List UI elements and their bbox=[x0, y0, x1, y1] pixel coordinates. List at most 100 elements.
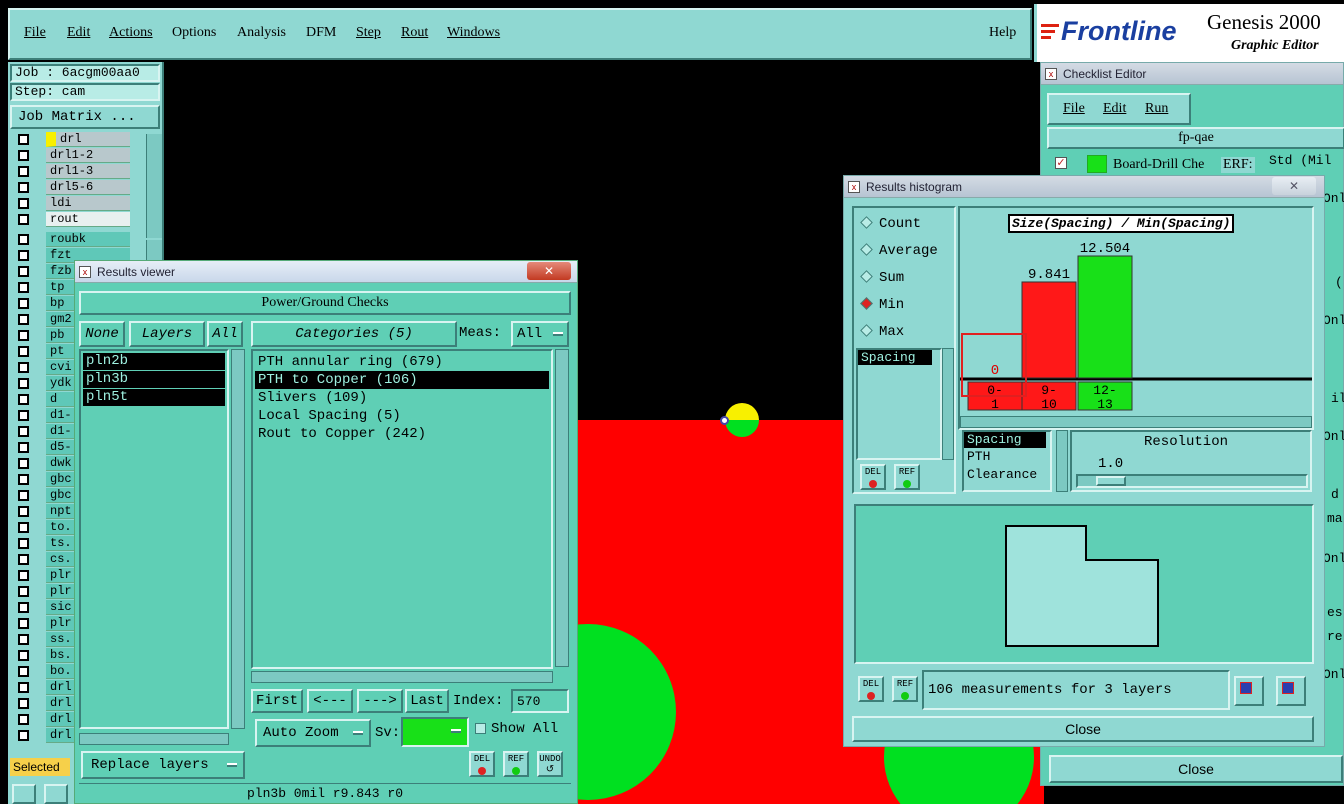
layer-name[interactable]: drl1-3 bbox=[46, 164, 130, 179]
meas-dropdown[interactable]: All bbox=[511, 321, 569, 347]
option-count[interactable]: Count bbox=[860, 216, 921, 232]
layer-checkbox[interactable] bbox=[18, 666, 29, 677]
layer-row[interactable]: drl5-6 bbox=[14, 180, 132, 195]
sv-color-dropdown[interactable] bbox=[401, 717, 469, 747]
checklist-menu-file[interactable]: File bbox=[1063, 101, 1085, 117]
layer-item-pln3b[interactable]: pln3b bbox=[83, 371, 225, 388]
layer-checkbox[interactable] bbox=[18, 214, 29, 225]
close-icon[interactable]: ✕ bbox=[527, 262, 571, 280]
menu-analysis[interactable]: Analysis bbox=[237, 25, 286, 41]
action-name[interactable]: Board-Drill Che bbox=[1113, 157, 1204, 173]
layer-checkbox[interactable] bbox=[18, 522, 29, 533]
layer-checkbox[interactable] bbox=[18, 618, 29, 629]
layer-row[interactable]: drl1-2 bbox=[14, 148, 132, 163]
action-checkbox[interactable]: ✓ bbox=[1055, 157, 1067, 169]
chart-hscrollbar[interactable] bbox=[960, 416, 1312, 428]
job-matrix-button[interactable]: Job Matrix ... bbox=[10, 105, 160, 129]
zoom-result-icon[interactable] bbox=[1234, 676, 1264, 706]
pan-result-icon[interactable] bbox=[1276, 676, 1306, 706]
layer-checkbox[interactable] bbox=[18, 378, 29, 389]
categories-hscrollbar[interactable] bbox=[251, 671, 553, 683]
last-button[interactable]: Last bbox=[405, 689, 449, 713]
measure-tool-icon[interactable] bbox=[44, 784, 68, 804]
attr-item-spacing[interactable]: Spacing bbox=[858, 350, 932, 365]
layer-name[interactable]: rout bbox=[46, 212, 130, 227]
layer-checkbox[interactable] bbox=[18, 490, 29, 501]
layer-name[interactable]: roubk bbox=[46, 232, 130, 247]
layer-checkbox[interactable] bbox=[18, 298, 29, 309]
prev-button[interactable]: <--- bbox=[307, 689, 353, 713]
next-button[interactable]: ---> bbox=[357, 689, 403, 713]
layer-row[interactable]: drl bbox=[14, 132, 132, 147]
category-item[interactable]: Slivers (109) bbox=[255, 389, 549, 407]
measure-item-spacing[interactable]: Spacing bbox=[964, 432, 1046, 448]
layer-row[interactable]: ldi bbox=[14, 196, 132, 211]
hist-ref-button[interactable]: REF bbox=[894, 464, 920, 490]
layer-checkbox[interactable] bbox=[18, 250, 29, 261]
layers-none-button[interactable]: None bbox=[79, 321, 125, 347]
layer-checkbox[interactable] bbox=[18, 698, 29, 709]
checklist-menu-edit[interactable]: Edit bbox=[1103, 101, 1126, 117]
slider-thumb[interactable] bbox=[1096, 476, 1126, 486]
layer-checkbox[interactable] bbox=[18, 538, 29, 549]
histogram-titlebar[interactable]: x Results histogram ✕ bbox=[844, 176, 1324, 198]
layers-all-button[interactable]: All bbox=[207, 321, 243, 347]
layer-row[interactable]: roubk bbox=[14, 232, 132, 247]
layer-name[interactable]: drl1-2 bbox=[46, 148, 130, 163]
undo-button[interactable]: UNDO ↺ bbox=[537, 751, 563, 777]
layer-row[interactable]: drl1-3 bbox=[14, 164, 132, 179]
layer-item-pln5t[interactable]: pln5t bbox=[83, 389, 225, 406]
replace-layers-dropdown[interactable]: Replace layers bbox=[81, 751, 245, 779]
resolution-slider[interactable] bbox=[1076, 474, 1308, 488]
category-item[interactable]: PTH annular ring (679) bbox=[255, 353, 549, 371]
layer-checkbox[interactable] bbox=[18, 554, 29, 565]
option-min[interactable]: Min bbox=[860, 297, 904, 313]
layer-checkbox[interactable] bbox=[18, 362, 29, 373]
menu-step[interactable]: Step bbox=[356, 25, 381, 41]
layer-checkbox[interactable] bbox=[18, 634, 29, 645]
menu-windows[interactable]: Windows bbox=[447, 25, 500, 41]
layer-checkbox[interactable] bbox=[18, 314, 29, 325]
measure-item-clearance[interactable]: Clearance bbox=[964, 466, 1050, 484]
first-button[interactable]: First bbox=[251, 689, 303, 713]
category-item[interactable]: Rout to Copper (242) bbox=[255, 425, 549, 443]
layer-item-pln2b[interactable]: pln2b bbox=[83, 353, 225, 370]
layer-name[interactable]: drl bbox=[46, 132, 130, 147]
option-max[interactable]: Max bbox=[860, 324, 904, 340]
option-sum[interactable]: Sum bbox=[860, 270, 904, 286]
close-icon[interactable]: ✕ bbox=[1272, 177, 1316, 195]
layer-checkbox[interactable] bbox=[18, 198, 29, 209]
histogram-close-button[interactable]: Close bbox=[852, 716, 1314, 742]
layer-checkbox[interactable] bbox=[18, 474, 29, 485]
layer-checkbox[interactable] bbox=[18, 650, 29, 661]
layer-checkbox[interactable] bbox=[18, 458, 29, 469]
layer-checkbox[interactable] bbox=[18, 602, 29, 613]
erf-value[interactable]: Std (Mil bbox=[1269, 153, 1331, 168]
checklist-menu-run[interactable]: Run bbox=[1145, 101, 1168, 117]
layer-checkbox[interactable] bbox=[18, 394, 29, 405]
layer-checkbox[interactable] bbox=[18, 166, 29, 177]
measure-item-pth[interactable]: PTH bbox=[964, 448, 1050, 466]
layer-row[interactable]: rout bbox=[14, 212, 132, 227]
layer-checkbox[interactable] bbox=[18, 150, 29, 161]
menu-options[interactable]: Options bbox=[172, 25, 216, 41]
attr-list-scrollbar[interactable] bbox=[942, 348, 954, 460]
layer-checkbox[interactable] bbox=[18, 442, 29, 453]
layer-checkbox[interactable] bbox=[18, 234, 29, 245]
category-item-selected[interactable]: PTH to Copper (106) bbox=[255, 371, 549, 389]
preview-ref-button[interactable]: REF bbox=[892, 676, 918, 702]
layer-checkbox[interactable] bbox=[18, 266, 29, 277]
layer-scrollbar[interactable] bbox=[146, 134, 162, 238]
menu-help[interactable]: Help bbox=[989, 25, 1016, 41]
layer-checkbox[interactable] bbox=[18, 330, 29, 341]
menu-edit[interactable]: Edit bbox=[67, 25, 90, 41]
layers-button[interactable]: Layers bbox=[129, 321, 205, 347]
categories-button[interactable]: Categories (5) bbox=[251, 321, 457, 347]
layer-checkbox[interactable] bbox=[18, 346, 29, 357]
layer-checkbox[interactable] bbox=[18, 426, 29, 437]
layer-checkbox[interactable] bbox=[18, 134, 29, 145]
layer-checkbox[interactable] bbox=[18, 182, 29, 193]
layer-checkbox[interactable] bbox=[18, 282, 29, 293]
layer-name[interactable]: drl5-6 bbox=[46, 180, 130, 195]
index-field[interactable] bbox=[511, 689, 569, 713]
